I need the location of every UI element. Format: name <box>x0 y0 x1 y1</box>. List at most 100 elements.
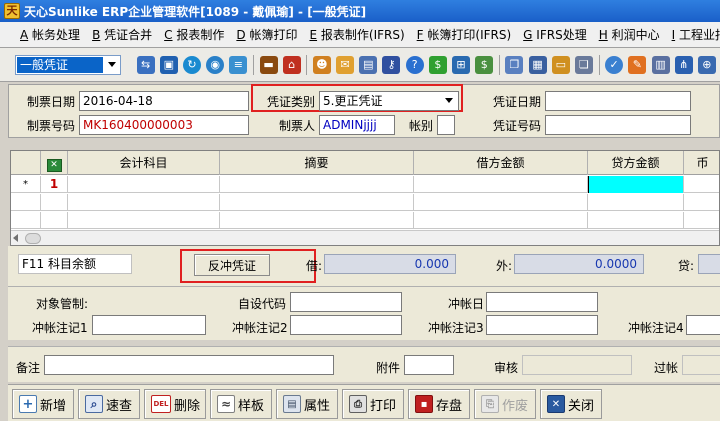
debit-total-label: 借: <box>306 259 323 273</box>
delete-icon: DEL <box>151 395 171 413</box>
app-logo-icon: 天 <box>4 3 20 19</box>
briefcase-icon[interactable]: ▬ <box>259 55 278 74</box>
menu-voucher-merge[interactable]: B 凭证合并 <box>88 26 156 43</box>
list-icon[interactable]: ≡ <box>229 55 248 74</box>
delete-button[interactable]: DEL 删除 <box>144 389 206 419</box>
menu-report-make[interactable]: C 报表制作 <box>160 26 228 43</box>
monitor-icon[interactable]: ▣ <box>159 55 178 74</box>
report-icon[interactable]: ▥ <box>651 55 670 74</box>
menu-engineering-report[interactable]: I 工程业报表 <box>668 26 720 43</box>
add-button[interactable]: + 新增 <box>12 389 74 419</box>
pin-icon[interactable]: ✎ <box>628 55 647 74</box>
table-row[interactable] <box>11 194 719 211</box>
close-icon: ✕ <box>547 395 565 413</box>
menu-report-make-ifrs[interactable]: E 报表制作(IFRS) <box>305 26 408 43</box>
offset-note1-field[interactable] <box>92 315 206 335</box>
cart-icon[interactable]: ⊞ <box>452 55 471 74</box>
offset-date-field[interactable] <box>486 292 598 312</box>
reverse-voucher-button[interactable]: 反冲凭证 <box>194 254 270 276</box>
folder-icon[interactable]: ▭ <box>551 55 570 74</box>
col-debit[interactable]: 借方金额 <box>414 151 588 175</box>
col-currency[interactable]: 币 <box>684 151 719 175</box>
menu-ledger-print-ifrs[interactable]: F 帐簿打印(IFRS) <box>413 26 516 43</box>
save-button[interactable]: ▪ 存盘 <box>408 389 470 419</box>
attachment-field[interactable] <box>404 355 454 375</box>
check-icon[interactable]: ✓ <box>605 55 624 74</box>
number-field[interactable]: MK160400000003 <box>79 115 249 135</box>
tree-icon[interactable]: ⋔ <box>674 55 693 74</box>
menu-account-processing[interactable]: A 帐务处理 <box>16 26 84 43</box>
maker-field[interactable]: ADMINjjjj <box>319 115 395 135</box>
detail-panel: 对象管制: 自设代码 冲帐日 冲帐注记1 冲帐注记2 冲帐注记3 冲帐注记4 <box>8 286 720 340</box>
printer-icon: ⎙ <box>349 395 367 413</box>
cell-debit[interactable] <box>414 176 588 193</box>
row-number: 1 <box>41 176 68 193</box>
offset-note4-label: 冲帐注记4 <box>628 321 684 335</box>
action-toolbar: + 新增 ⌕ 速查 DEL 删除 ≈ 样板 ▤ 属性 ⎙ 打印 ▪ 存盘 ⎘ 作… <box>8 384 720 421</box>
money-icon[interactable]: $ <box>475 55 494 74</box>
voucher-class-select[interactable]: 5.更正凭证 <box>319 91 459 111</box>
title-bar: 天 天心Sunlike ERP企业管理软件[1089 - 戴佩瑜] - [一般凭… <box>0 0 720 22</box>
col-account[interactable]: 会计科目 <box>68 151 220 175</box>
globe-icon[interactable]: ◉ <box>206 55 225 74</box>
debit-total-value: 0.000 <box>324 254 456 274</box>
print-button[interactable]: ⎙ 打印 <box>342 389 404 419</box>
document-icon[interactable]: ▤ <box>359 55 378 74</box>
refresh-icon[interactable]: ↻ <box>182 55 201 74</box>
custom-code-label: 自设代码 <box>238 297 287 311</box>
help-icon[interactable]: ? <box>405 55 424 74</box>
account-balance-field[interactable]: F11 科目余额 <box>18 254 132 274</box>
toolbar: 一般凭证 ⇆ ▣ ↻ ◉ ≡ ▬ ⌂ ☻ ✉ ▤ ⚷ ? $ ⊞ $ ❐ ▦ ▭… <box>0 48 720 82</box>
menu-profit-center[interactable]: H 利润中心 <box>595 26 664 43</box>
date-field[interactable]: 2016-04-18 <box>79 91 249 111</box>
scroll-left-icon[interactable] <box>13 234 18 242</box>
menu-ledger-print[interactable]: D 帐簿打印 <box>232 26 301 43</box>
toolbar-separator <box>498 54 500 75</box>
table-row[interactable]: * 1 <box>11 176 719 193</box>
audit-field <box>522 355 632 375</box>
cell-account[interactable] <box>68 176 220 193</box>
col-summary[interactable]: 摘要 <box>220 151 414 175</box>
users-icon[interactable]: ☻ <box>312 55 331 74</box>
cell-currency[interactable] <box>684 176 719 193</box>
properties-button[interactable]: ▤ 属性 <box>276 389 338 419</box>
table-row[interactable] <box>11 212 719 229</box>
key-icon[interactable]: ⚷ <box>382 55 401 74</box>
close-button[interactable]: ✕ 关闭 <box>540 389 602 419</box>
voucher-header: 制票日期 2016-04-18 制票号码 MK160400000003 凭证类别… <box>8 84 720 138</box>
chevron-down-icon[interactable] <box>104 56 120 74</box>
align-icon[interactable]: ⇆ <box>136 55 155 74</box>
template-button[interactable]: ≈ 样板 <box>210 389 272 419</box>
col-credit[interactable]: 贷方金额 <box>588 151 684 175</box>
duplicate-icon[interactable]: ❏ <box>574 55 593 74</box>
offset-date-label: 冲帐日 <box>448 297 485 311</box>
dollar-icon[interactable]: $ <box>428 55 447 74</box>
cell-summary[interactable] <box>220 176 414 193</box>
mail-icon[interactable]: ✉ <box>336 55 355 74</box>
offset-note4-field[interactable] <box>686 315 720 335</box>
voucher-date-field[interactable] <box>545 91 691 111</box>
calendar-icon[interactable]: ▦ <box>528 55 547 74</box>
object-control-label: 对象管制: <box>36 297 89 311</box>
voucher-class-value: 5.更正凭证 <box>323 94 383 108</box>
excel-icon[interactable]: ✕ <box>41 151 68 175</box>
offset-note2-field[interactable] <box>290 315 402 335</box>
offset-note3-field[interactable] <box>486 315 598 335</box>
remark-field[interactable] <box>44 355 334 375</box>
voucher-type-select[interactable]: 一般凭证 <box>15 54 121 75</box>
house-icon[interactable]: ⌂ <box>282 55 301 74</box>
void-button[interactable]: ⎘ 作废 <box>474 389 536 419</box>
chevron-down-icon[interactable] <box>445 98 453 103</box>
toolbar-separator <box>306 54 308 75</box>
properties-icon: ▤ <box>283 395 301 413</box>
book-field[interactable] <box>437 115 455 135</box>
cell-credit-active[interactable] <box>588 176 684 193</box>
quick-search-button[interactable]: ⌕ 速查 <box>78 389 140 419</box>
custom-code-field[interactable] <box>290 292 402 312</box>
network-icon[interactable]: ⊕ <box>697 55 716 74</box>
voucher-no-field[interactable] <box>545 115 691 135</box>
scroll-thumb[interactable] <box>25 233 41 244</box>
copy-icon[interactable]: ❐ <box>505 55 524 74</box>
menu-ifrs-processing[interactable]: G IFRS处理 <box>519 26 591 43</box>
horizontal-scrollbar[interactable] <box>11 230 719 245</box>
